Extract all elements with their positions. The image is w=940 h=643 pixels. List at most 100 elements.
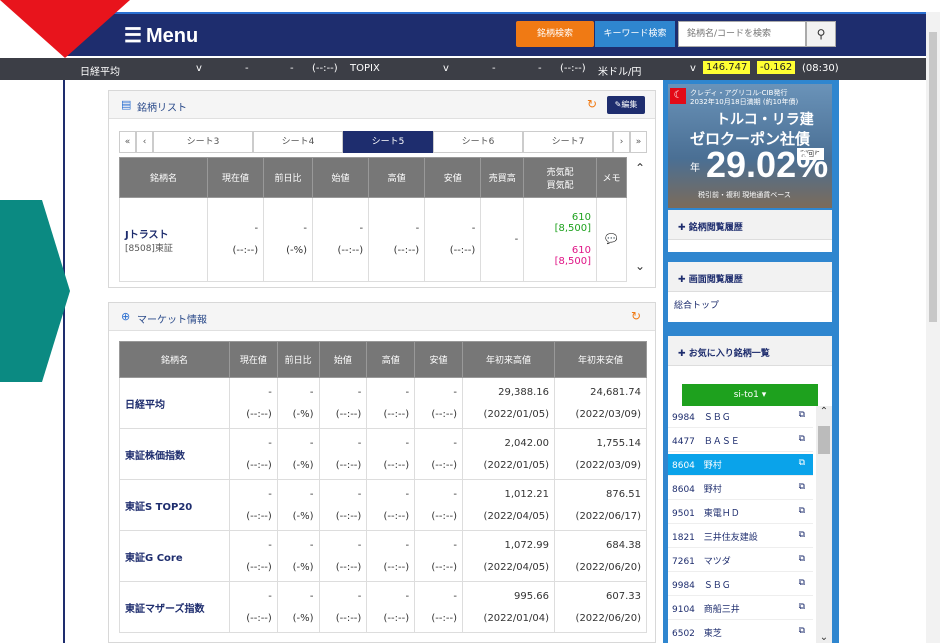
market-panel: ⊕ マーケット情報 ↻ 銘柄名 現在値 前日比 始値 高値 安値 年初来高値 年…	[108, 302, 656, 643]
favorite-item[interactable]: 7261 マツダ ⧉	[668, 550, 813, 572]
red-arrow-icon	[0, 0, 130, 58]
value-cell: - (-%)	[276, 581, 320, 633]
value-cell: - (--:--)	[366, 428, 416, 480]
table-row[interactable]: 東証G Core - (--:--) - (-%) - (--:--) - (--:--) - (-…	[119, 530, 647, 582]
favorite-item[interactable]: 6502 東芝 ⧉	[668, 622, 813, 643]
market-title: マーケット情報	[137, 315, 207, 326]
favorite-item[interactable]: 8604 野村 ⧉	[668, 454, 813, 476]
favorites-scrollbar[interactable]: ⌃ ⌄	[816, 406, 832, 643]
external-link-icon[interactable]: ⧉	[799, 458, 805, 468]
stock-history-box: ✚ 銘柄閲覧履歴	[668, 210, 832, 252]
market-table: 銘柄名 現在値 前日比 始値 高値 安値 年初来高値 年初来安値 日経平均 - (-…	[119, 341, 647, 633]
external-link-icon[interactable]: ⧉	[799, 626, 805, 636]
external-link-icon[interactable]: ⧉	[799, 554, 805, 564]
scroll-down-icon[interactable]: ⌄	[635, 259, 645, 273]
value-cell: 995.66 (2022/01/04)	[462, 581, 555, 633]
favorite-item[interactable]: 9501 東電ＨＤ ⧉	[668, 502, 813, 524]
menu-button[interactable]: ☰ Menu	[124, 23, 198, 48]
external-link-icon[interactable]: ⧉	[799, 410, 805, 420]
index-name-cell[interactable]: 東証株価指数	[119, 428, 230, 480]
table-row[interactable]: 日経平均 - (--:--) - (-%) - (--:--) - (--:--) - (--:--…	[119, 377, 647, 429]
table-row[interactable]: 東証マザーズ指数 - (--:--) - (-%) - (--:--) - (--:--) - (-…	[119, 581, 647, 633]
col-change: 前日比	[276, 341, 320, 378]
stock-search-button[interactable]: 銘柄検索	[516, 21, 594, 47]
value-cell: - (--:--)	[414, 428, 463, 480]
tab-prev[interactable]: ‹	[136, 131, 153, 153]
chevron-down-icon[interactable]: v	[690, 63, 696, 74]
value-cell: - (-%)	[276, 377, 320, 429]
col-name: 銘柄名	[119, 341, 230, 378]
favorite-item[interactable]: 9104 商船三井 ⧉	[668, 598, 813, 620]
tab-last[interactable]: »	[630, 131, 647, 153]
ticker-usdjpy-value: 146.747	[703, 61, 751, 74]
favorites-list: 9984 ＳＢＧ ⧉ 4477 ＢＡＳＥ ⧉ 8604 野村 ⧉ 8604 野村 ⧉ 9501 …	[668, 406, 832, 643]
tab-sheet7[interactable]: シート7	[523, 131, 613, 153]
value-cell: 1,755.14 (2022/03/09)	[554, 428, 647, 480]
bond-ad-banner[interactable]: ☾ クレディ・アグリコル-CIB発行 2032年10月18日満期 (約10年債)…	[668, 84, 832, 208]
favorite-item[interactable]: 9984 ＳＢＧ ⧉	[668, 406, 813, 428]
index-name-cell[interactable]: 日経平均	[119, 377, 230, 429]
scroll-down-icon[interactable]: ⌄	[816, 632, 832, 643]
index-name-cell[interactable]: 東証S TOP20	[119, 479, 230, 531]
external-link-icon[interactable]: ⧉	[799, 434, 805, 444]
screen-history-item[interactable]: 総合トップ	[668, 292, 832, 311]
stock-name-cell[interactable]: Jトラスト [8508]東証	[119, 197, 208, 282]
favorite-item[interactable]: 9984 ＳＢＧ ⧉	[668, 574, 813, 596]
index-ticker: 日経平均 v - - (--:--) TOPIX v - - (--:--) 米…	[0, 58, 940, 80]
chevron-down-icon[interactable]: v	[443, 63, 449, 74]
external-link-icon[interactable]: ⧉	[799, 602, 805, 612]
table-row[interactable]: 東証株価指数 - (--:--) - (-%) - (--:--) - (--:--) - (--:…	[119, 428, 647, 480]
chevron-down-icon[interactable]: v	[196, 63, 202, 74]
external-link-icon[interactable]: ⧉	[799, 530, 805, 540]
screen-history-title: ✚ 画面閲覧履歴	[668, 262, 832, 292]
memo-icon[interactable]: 💬	[596, 197, 627, 282]
favorite-item[interactable]: 4477 ＢＡＳＥ ⧉	[668, 430, 813, 452]
favorite-item[interactable]: 8604 野村 ⧉	[668, 478, 813, 500]
tab-sheet6[interactable]: シート6	[433, 131, 523, 153]
scroll-up-icon[interactable]: ⌃	[635, 161, 645, 175]
favorites-select-button[interactable]: si-to1 ▾	[682, 384, 818, 406]
value-cell: - (--:--)	[318, 530, 368, 582]
col-name: 銘柄名	[119, 157, 208, 198]
value-cell: 1,012.21 (2022/04/05)	[462, 479, 555, 531]
screen-history-box: ✚ 画面閲覧履歴 総合トップ	[668, 262, 832, 322]
watchlist-header: ▤ 銘柄リスト ↻ ✎編集	[109, 91, 655, 119]
scroll-up-icon[interactable]: ⌃	[816, 406, 832, 417]
external-link-icon[interactable]: ⧉	[799, 482, 805, 492]
external-link-icon[interactable]: ⧉	[799, 506, 805, 516]
ticker-usdjpy-label[interactable]: 米ドル/円	[598, 63, 641, 78]
external-link-icon[interactable]: ⧉	[799, 578, 805, 588]
tab-sheet5[interactable]: シート5	[343, 131, 433, 153]
search-input[interactable]	[678, 21, 806, 47]
ticker-usdjpy-time: (08:30)	[802, 63, 839, 74]
ticker-topix-value: -	[492, 63, 496, 74]
ticker-n225-label[interactable]: 日経平均	[80, 63, 120, 78]
value-cell: - (--:--)	[318, 479, 368, 531]
index-name-cell[interactable]: 東証マザーズ指数	[119, 581, 230, 633]
tab-next[interactable]: ›	[613, 131, 630, 153]
turkey-flag-icon: ☾	[670, 88, 686, 104]
keyword-search-button[interactable]: キーワード検索	[595, 21, 675, 47]
table-row[interactable]: Jトラスト [8508]東証 - (--:--) - (-%) - (--:--) -(…	[119, 197, 627, 282]
favorite-item[interactable]: 1821 三井住友建設 ⧉	[668, 526, 813, 548]
tab-sheet3[interactable]: シート3	[153, 131, 253, 153]
search-icon[interactable]: ⚲	[806, 21, 836, 47]
col-price: 現在値	[206, 157, 265, 198]
col-open: 始値	[318, 341, 368, 378]
volume-cell: -	[480, 197, 525, 282]
stock-history-title: ✚ 銘柄閲覧履歴	[668, 210, 832, 240]
tab-first[interactable]: «	[119, 131, 136, 153]
ticker-topix-change: -	[538, 63, 542, 74]
ticker-topix-label[interactable]: TOPIX	[350, 63, 380, 74]
scrollbar-thumb[interactable]	[818, 426, 830, 454]
edit-button[interactable]: ✎編集	[607, 96, 645, 114]
page-scrollbar[interactable]	[926, 12, 940, 643]
watchlist-title: 銘柄リスト	[137, 103, 187, 114]
refresh-icon[interactable]: ↻	[587, 97, 597, 111]
tab-sheet4[interactable]: シート4	[253, 131, 343, 153]
table-row[interactable]: 東証S TOP20- (--:--) - (-%) - (--:--) - (--:--) -(…	[119, 479, 647, 531]
page-scrollbar-thumb[interactable]	[929, 32, 937, 322]
refresh-icon[interactable]: ↻	[631, 309, 641, 323]
value-cell: - (-%)	[276, 479, 320, 531]
index-name-cell[interactable]: 東証G Core	[119, 530, 230, 582]
